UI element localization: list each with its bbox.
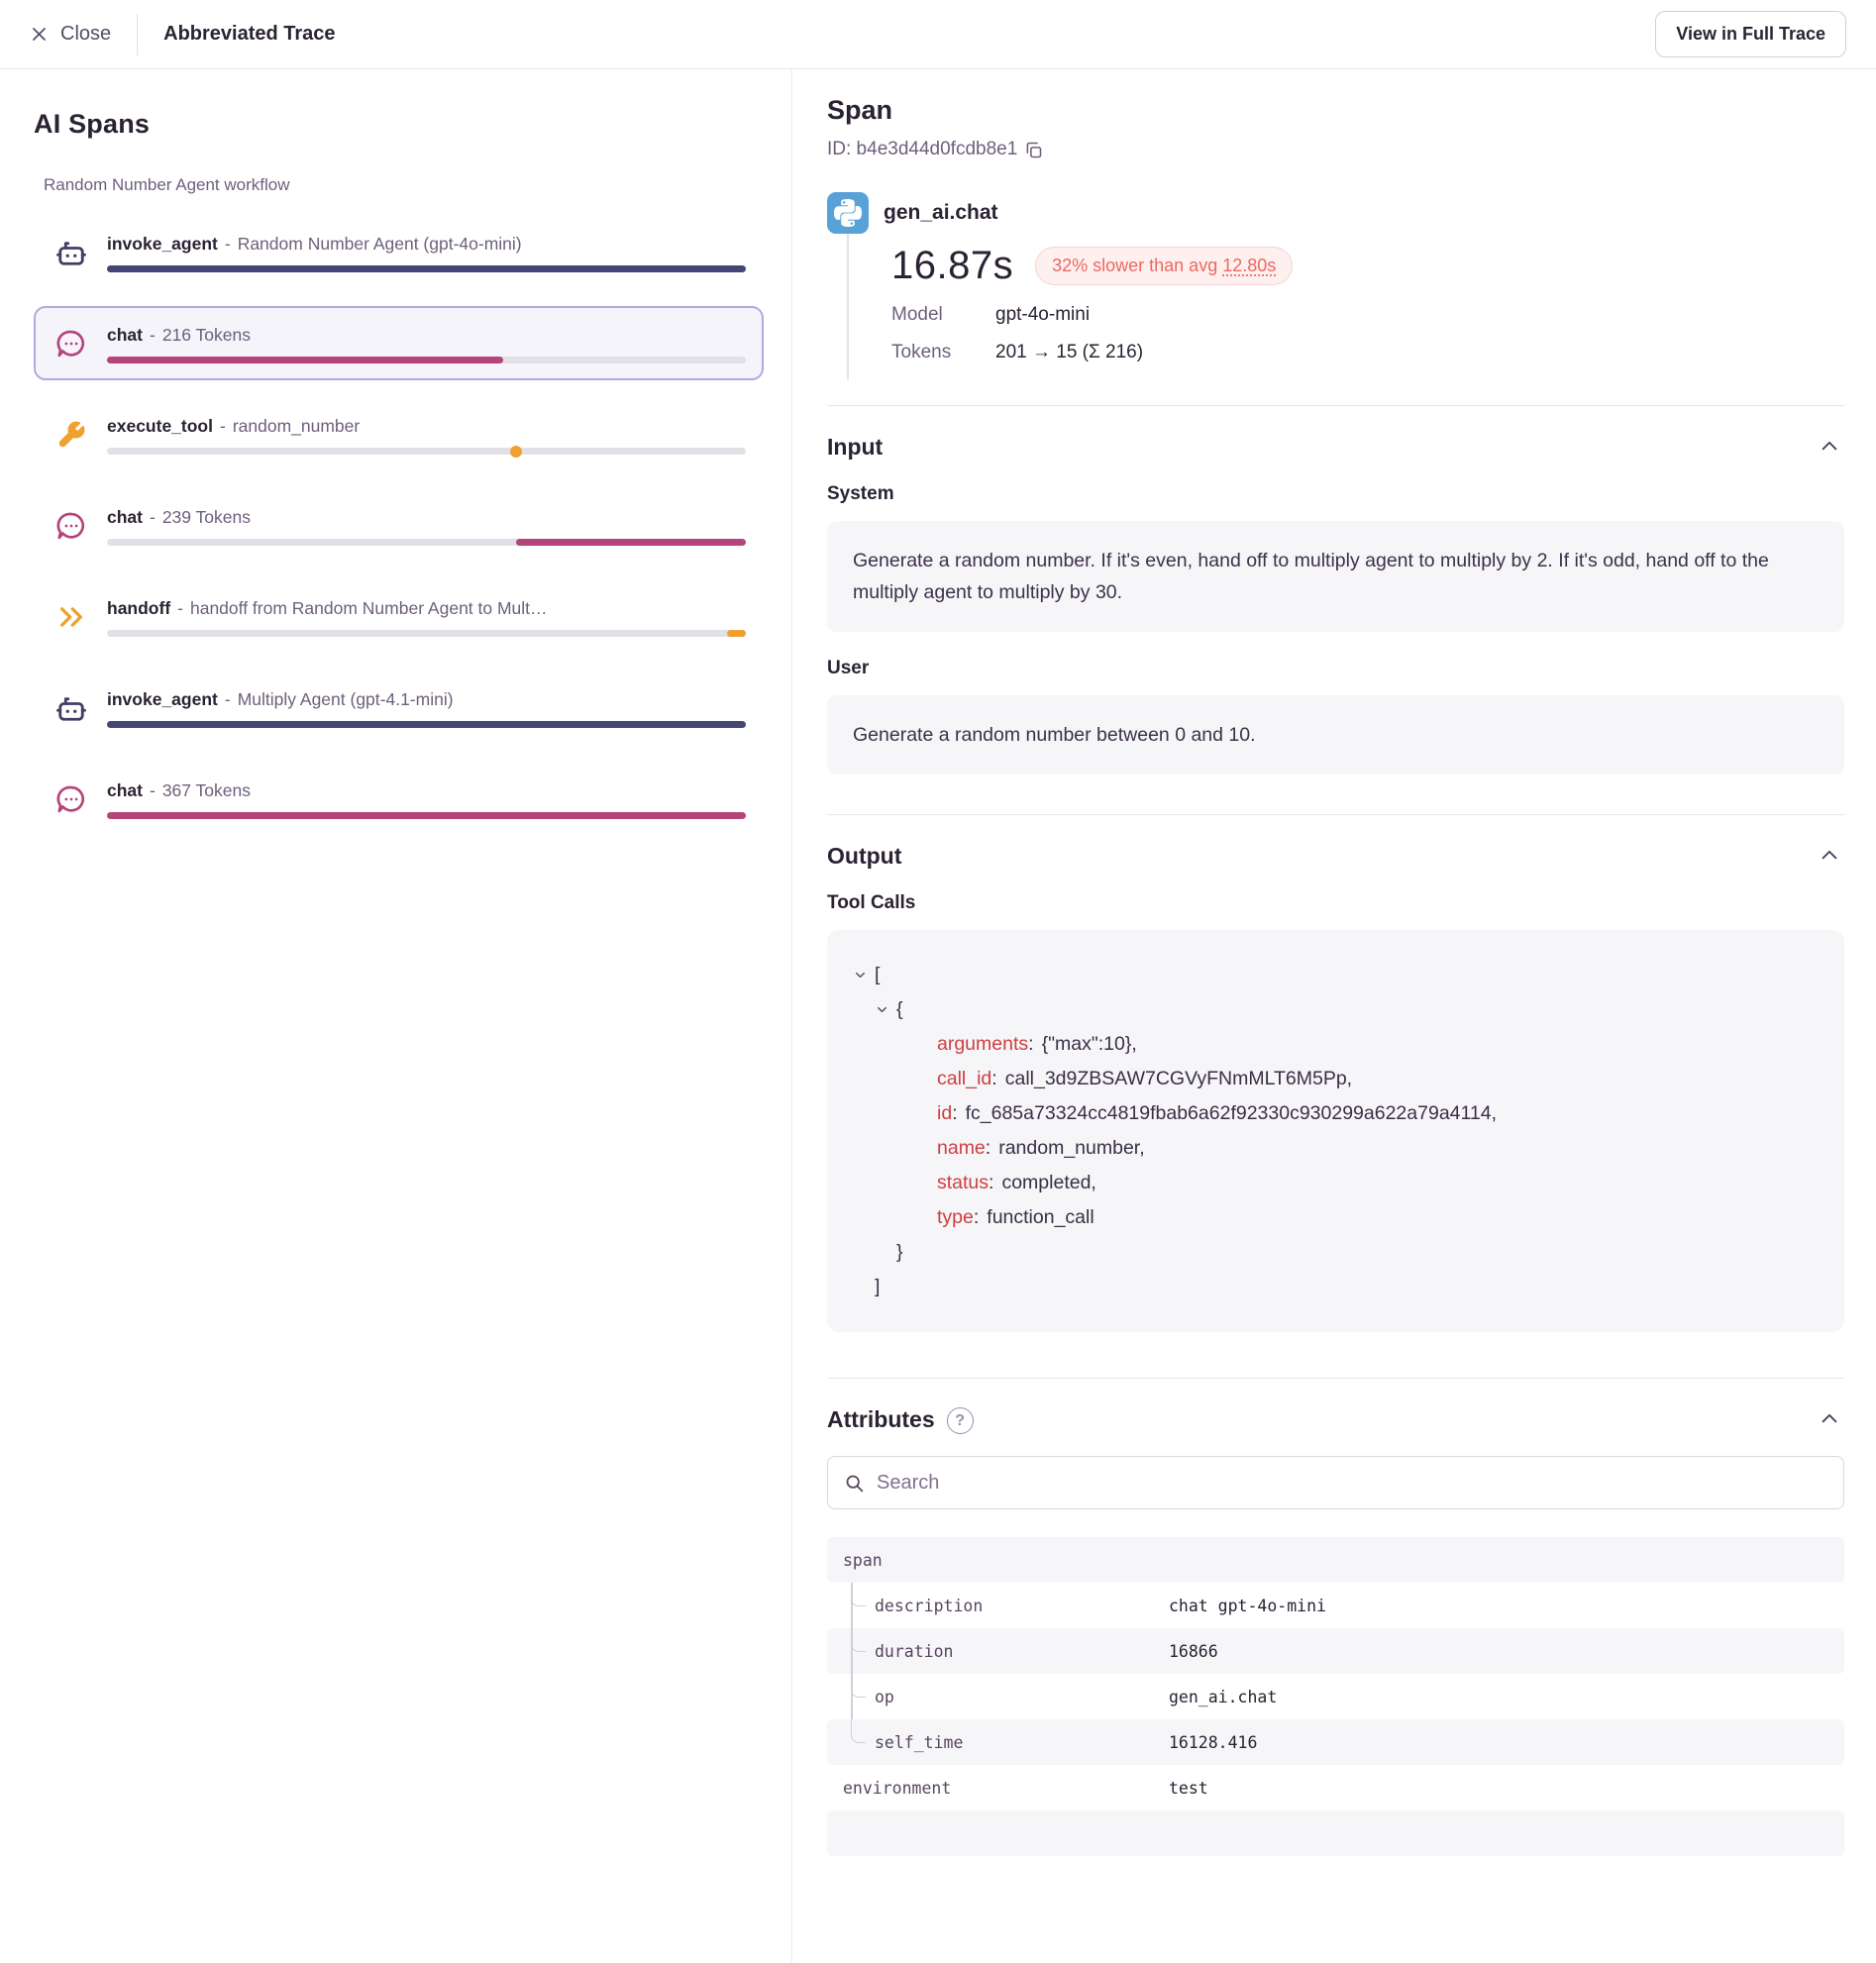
system-label: System (827, 483, 1844, 505)
span-duration-bar (107, 357, 746, 363)
output-section-title: Output (827, 843, 901, 870)
tool-calls-json: [ { arguments:{"max":10}, call_id:call_3… (827, 930, 1844, 1332)
model-label: Model (891, 304, 995, 326)
span-row-chat-239[interactable]: chat-239 Tokens (34, 488, 764, 563)
collapse-attributes-button[interactable] (1815, 1404, 1844, 1434)
json-object-open: { (853, 992, 1819, 1027)
attr-row-self-time: self_time 16128.416 (827, 1719, 1844, 1765)
span-row-execute-tool[interactable]: execute_tool-random_number (34, 397, 764, 471)
span-duration-bar (107, 265, 746, 272)
span-row-invoke-agent-2[interactable]: invoke_agent-Multiply Agent (gpt-4.1-min… (34, 671, 764, 745)
chevron-up-icon (1819, 436, 1840, 458)
close-label: Close (60, 23, 111, 46)
user-prompt-text: Generate a random number between 0 and 1… (827, 695, 1844, 775)
view-in-full-trace-button[interactable]: View in Full Trace (1655, 11, 1846, 57)
chevron-down-icon[interactable] (875, 1002, 896, 1017)
span-label: execute_tool-random_number (107, 414, 746, 438)
span-duration-bar (107, 630, 746, 637)
topbar-divider (137, 14, 138, 55)
tokens-value: 201 → 15 (Σ 216) (995, 342, 1143, 363)
close-button[interactable]: Close (30, 23, 111, 46)
chevron-down-icon[interactable] (853, 968, 875, 982)
span-label: chat-216 Tokens (107, 323, 746, 347)
input-section-title: Input (827, 434, 883, 461)
help-icon[interactable]: ? (947, 1407, 974, 1434)
tree-branch-icon (843, 1583, 875, 1628)
json-field: call_id:call_3d9ZBSAW7CGVyFNmMLT6M5Pp, (853, 1062, 1819, 1096)
chat-bubble-icon (52, 509, 91, 543)
wrench-icon (52, 420, 91, 450)
span-label: chat-239 Tokens (107, 505, 746, 529)
system-prompt-text: Generate a random number. If it's even, … (827, 521, 1844, 632)
json-array-close: ] (853, 1270, 1819, 1304)
chevron-up-icon (1819, 845, 1840, 867)
collapse-output-button[interactable] (1815, 841, 1844, 871)
span-detail-heading: Span (827, 95, 1844, 126)
model-value: gpt-4o-mini (995, 304, 1090, 326)
search-input[interactable] (877, 1472, 1827, 1495)
span-row-chat-216[interactable]: chat-216 Tokens (34, 306, 764, 380)
span-id: ID: b4e3d44d0fcdb8e1 (827, 139, 1017, 160)
json-array-open: [ (853, 958, 1819, 992)
robot-icon (52, 235, 91, 270)
json-field: name:random_number, (853, 1131, 1819, 1166)
tokens-label: Tokens (891, 342, 995, 363)
attr-row-duration: duration 16866 (827, 1628, 1844, 1674)
span-row-handoff[interactable]: handoff-handoff from Random Number Agent… (34, 579, 764, 654)
span-label: chat-367 Tokens (107, 778, 746, 802)
span-label: invoke_agent-Random Number Agent (gpt-4o… (107, 232, 746, 256)
span-row-invoke-agent-1[interactable]: invoke_agent-Random Number Agent (gpt-4o… (34, 215, 764, 289)
python-icon (827, 192, 869, 234)
span-row-chat-367[interactable]: chat-367 Tokens (34, 762, 764, 836)
span-duration: 16.87s (891, 244, 1013, 288)
tree-branch-end-icon (843, 1719, 875, 1765)
attr-row-op: op gen_ai.chat (827, 1674, 1844, 1719)
span-label: invoke_agent-Multiply Agent (gpt-4.1-min… (107, 687, 746, 711)
robot-icon (52, 690, 91, 726)
span-detail-panel: Span ID: b4e3d44d0fcdb8e1 gen_ai.chat 16… (792, 69, 1876, 1963)
json-object-close: } (853, 1235, 1819, 1270)
span-duration-bar (107, 721, 746, 728)
ai-spans-heading: AI Spans (34, 109, 764, 140)
chevron-up-icon (1819, 1408, 1840, 1430)
attr-row-description: description chat gpt-4o-mini (827, 1583, 1844, 1628)
collapse-input-button[interactable] (1815, 432, 1844, 462)
section-divider (827, 814, 1844, 815)
page-title: Abbreviated Trace (163, 23, 335, 46)
ai-spans-panel: AI Spans Random Number Agent workflow in… (0, 69, 792, 1963)
user-label: User (827, 658, 1844, 679)
handoff-icon (52, 602, 91, 632)
span-label: handoff-handoff from Random Number Agent… (107, 596, 746, 620)
span-duration-bar (107, 448, 746, 455)
chat-bubble-icon (52, 782, 91, 816)
json-field: type:function_call (853, 1200, 1819, 1235)
search-icon (844, 1473, 865, 1494)
span-list: invoke_agent-Random Number Agent (gpt-4o… (34, 215, 764, 836)
attributes-search (827, 1456, 1844, 1509)
span-op-name: gen_ai.chat (884, 201, 998, 225)
json-field: id:fc_685a73324cc4819fbab6a62f92330c9302… (853, 1096, 1819, 1131)
slower-than-avg-badge: 32% slower than avg 12.80s (1035, 247, 1293, 285)
workflow-label: Random Number Agent workflow (34, 175, 764, 195)
attributes-section-title: Attributes (827, 1406, 935, 1433)
span-duration-bar (107, 539, 746, 546)
chat-bubble-icon (52, 327, 91, 361)
copy-icon[interactable] (1023, 140, 1044, 160)
section-divider (827, 405, 1844, 406)
tree-branch-icon (843, 1674, 875, 1719)
avg-duration-link[interactable]: 12.80s (1222, 256, 1276, 275)
span-duration-bar (107, 812, 746, 819)
json-field: arguments:{"max":10}, (853, 1027, 1819, 1062)
span-summary: 16.87s 32% slower than avg 12.80s Model … (847, 234, 1844, 379)
close-icon (30, 25, 49, 44)
json-field: status:completed, (853, 1166, 1819, 1200)
attr-row-environment: environment test (827, 1765, 1844, 1810)
tree-branch-icon (843, 1628, 875, 1674)
top-bar: Close Abbreviated Trace View in Full Tra… (0, 0, 1876, 69)
tool-calls-label: Tool Calls (827, 892, 1844, 914)
attr-row-partial (827, 1810, 1844, 1856)
attr-row-span-group: span (827, 1537, 1844, 1583)
attributes-table: span description chat gpt-4o-mini durati… (827, 1537, 1844, 1856)
section-divider (827, 1378, 1844, 1379)
